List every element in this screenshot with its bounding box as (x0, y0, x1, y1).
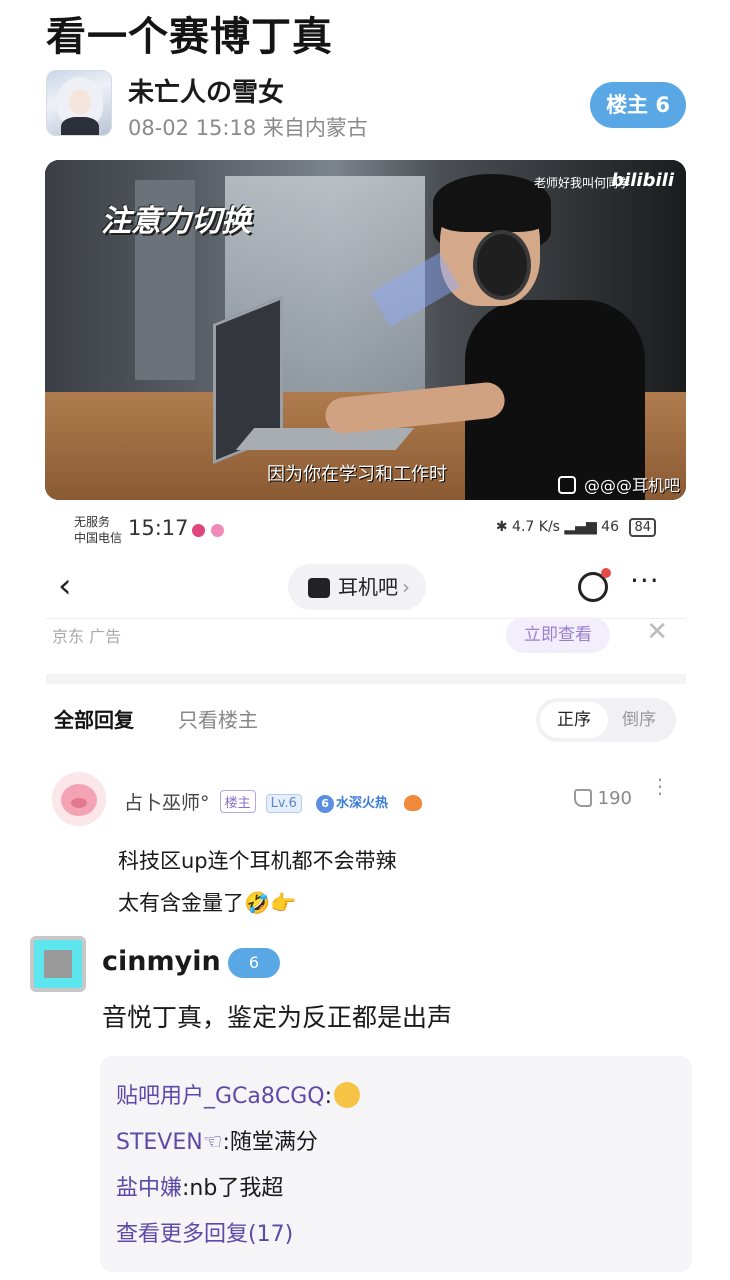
subreply-box[interactable]: 贴吧用户_GCa8CGQ: STEVEN☜:随堂满分 盐中嫌:nb了我超 查看更… (100, 1056, 692, 1272)
reply-more-button[interactable]: ⋮ (650, 776, 670, 796)
see-more-replies-link[interactable]: 查看更多回复(17) (116, 1212, 676, 1258)
status-right: ✱ 4.7 K/s ▂▄▆ 46 84 (496, 518, 656, 537)
ad-label: 京东 广告 (52, 627, 122, 646)
bilibili-logo: bilibili (611, 170, 674, 191)
reply-item: 占卜巫师° 楼主 Lv.6 6 水深火热 190 ⋮ 科技区up连个耳机都不会带辣… (46, 768, 686, 918)
tab-op-only[interactable]: 只看楼主 (178, 704, 258, 733)
author-name[interactable]: 未亡人の雪女 (128, 72, 284, 109)
subreply-item[interactable]: 贴吧用户_GCa8CGQ: (116, 1074, 676, 1120)
chevron-right-icon: › (402, 575, 410, 599)
post-meta: 08-02 15:18 来自内蒙古 (128, 116, 368, 140)
reply-tabs: 全部回复 只看楼主 正序 倒序 (46, 696, 686, 746)
camera-icon (557, 476, 576, 494)
back-button[interactable]: ‹ (58, 566, 72, 606)
subreply-item[interactable]: STEVEN☜:随堂满分 (116, 1120, 676, 1166)
forum-chip[interactable]: 耳机吧 › (288, 564, 426, 610)
status-bar: 无服务 中国电信 15:17 ✱ 4.7 K/s ▂▄▆ 46 84 (46, 510, 686, 550)
headphone-icon (473, 230, 531, 300)
notification-dot (601, 568, 611, 578)
video-caption-title: 注意力切换 (101, 204, 251, 239)
op-tag: 楼主 (219, 790, 256, 813)
post-title: 看一个赛博丁真 (46, 14, 333, 60)
author-avatar[interactable] (46, 70, 112, 136)
laughing-emoji-icon (334, 1082, 361, 1108)
sort-desc-button[interactable]: 倒序 (608, 702, 670, 738)
section-divider (46, 674, 686, 684)
battery-icon: 84 (629, 518, 656, 537)
subreply-item[interactable]: 盐中嫌:nb了我超 (116, 1166, 676, 1212)
level-badge: 6 (228, 948, 280, 978)
bluetooth-icon: ✱ (495, 519, 508, 535)
carrier-info: 无服务 中国电信 (74, 515, 123, 545)
author-row: 未亡人の雪女 08-02 15:18 来自内蒙古 楼主 6 (46, 70, 686, 140)
avatar[interactable] (30, 936, 86, 992)
ad-view-button[interactable]: 立即查看 (506, 617, 610, 653)
tab-all-replies[interactable]: 全部回复 (54, 704, 134, 733)
sort-toggle: 正序 倒序 (536, 698, 676, 742)
network-type: 46 (601, 519, 619, 535)
more-button[interactable]: ··· (630, 564, 660, 597)
fire-icon (404, 795, 423, 811)
floor-badge[interactable]: 楼主 6 (590, 82, 686, 128)
app-notification-icon (211, 524, 224, 537)
title-tag: 6 水深火热 (312, 791, 392, 814)
avatar[interactable] (52, 772, 106, 826)
reply-content: 科技区up连个耳机都不会带辣 太有含金量了🤣👉 (118, 849, 397, 915)
status-time: 15:17 (128, 516, 189, 540)
level-tag: Lv.6 (265, 794, 302, 813)
notification-icons (192, 522, 230, 541)
video-watermark: @@@耳机吧 (557, 472, 680, 496)
nav-bar: ‹ 耳机吧 › ··· (46, 560, 686, 616)
comment-item: cinmyin 6 音悦丁真，鉴定为反正都是出声 贴吧用户_GCa8CGQ: S… (30, 932, 700, 1280)
forum-icon (308, 578, 330, 598)
like-button[interactable]: 190 (573, 788, 632, 809)
signal-icon: ▂▄▆ (564, 519, 597, 535)
close-icon[interactable]: ✕ (646, 617, 668, 647)
net-speed: 4.7 K/s (512, 519, 560, 535)
comment-username[interactable]: cinmyin (102, 946, 221, 977)
reply-username[interactable]: 占卜巫师° 楼主 Lv.6 6 水深火热 (124, 788, 423, 815)
app-notification-icon (192, 524, 205, 537)
edit-icon[interactable] (578, 568, 611, 602)
embedded-screenshot-image[interactable]: 注意力切换 老师好我叫何同学 bilibili 因为你在学习和工作时 @@@耳机… (45, 160, 686, 500)
thumbs-up-icon (573, 789, 592, 807)
sort-asc-button[interactable]: 正序 (540, 702, 608, 738)
ad-row: 京东 广告 立即查看 ✕ (46, 617, 686, 658)
comment-content: 音悦丁真，鉴定为反正都是出声 (102, 1003, 453, 1032)
video-subtitle: 因为你在学习和工作时 (267, 464, 447, 485)
